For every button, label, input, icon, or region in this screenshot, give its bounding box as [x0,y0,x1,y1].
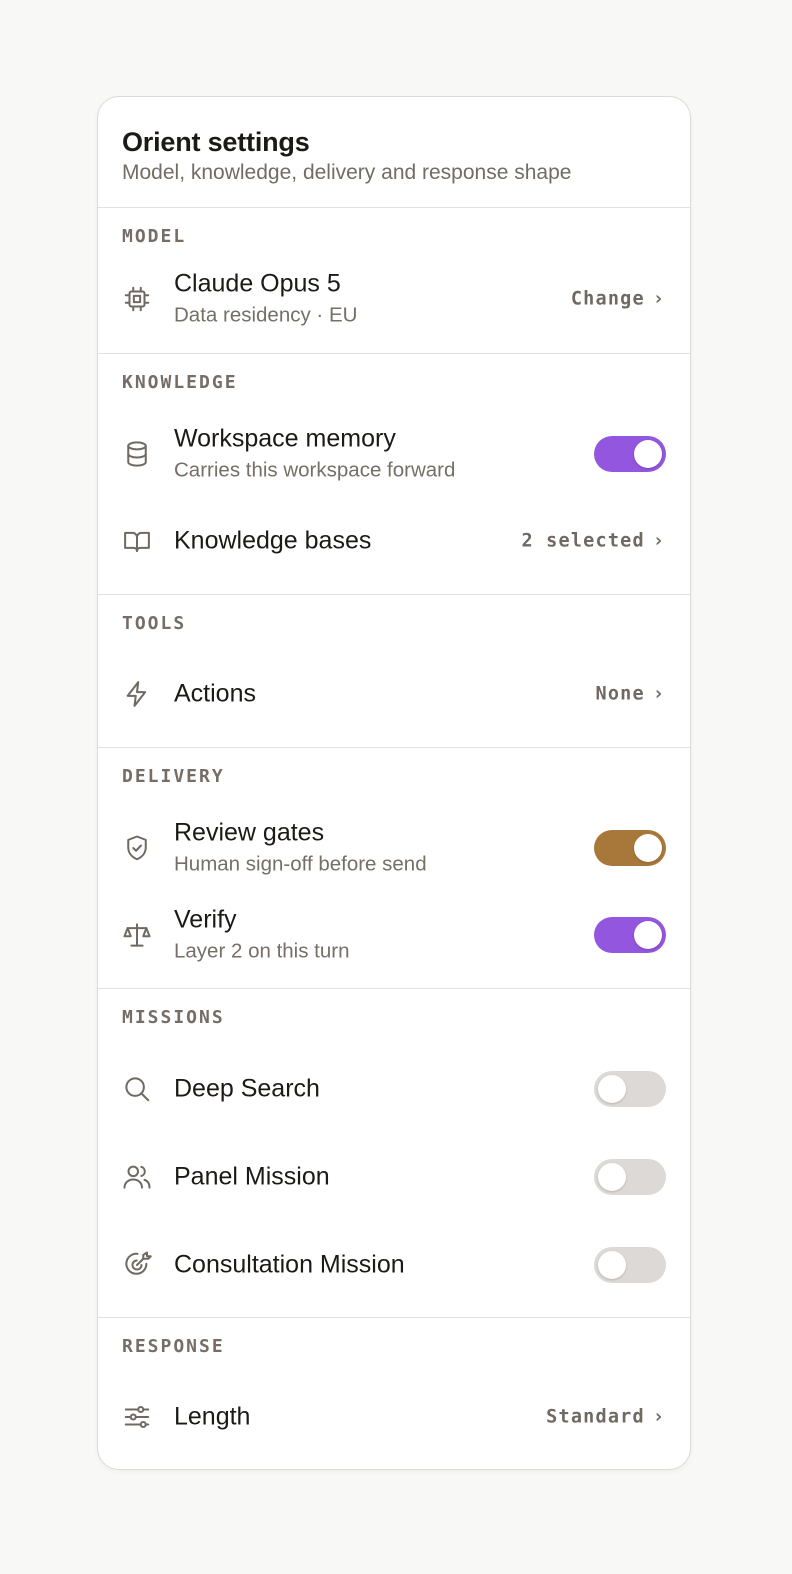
chevron-right-icon: › [652,530,664,552]
section-label-delivery: DELIVERY [122,766,225,787]
actions-title: Actions [174,679,256,708]
actions-value: None [595,683,645,705]
length-row[interactable]: Length Standard › [98,1382,690,1452]
panel-subtitle: Model, knowledge, delivery and response … [122,161,572,184]
toggle-knob [598,1251,626,1279]
verify-subtitle: Layer 2 on this turn [174,939,350,963]
verify-title: Verify [174,905,237,934]
deep-search-toggle[interactable] [594,1071,666,1107]
scale-icon [122,920,152,950]
model-row[interactable]: Claude Opus 5 Data residency · EU Change… [98,264,690,334]
knowledge-bases-selector[interactable]: 2 selected › [521,531,664,552]
chevron-right-icon: › [652,288,664,310]
length-selector[interactable]: Standard › [546,1407,664,1428]
users-icon [122,1162,152,1192]
actions-row[interactable]: Actions None › [98,659,690,729]
database-icon [122,439,152,469]
workspace-memory-row: Workspace memory Carries this workspace … [98,419,690,489]
chip-icon [122,284,152,314]
review-gates-toggle[interactable] [594,830,666,866]
toggle-knob [598,1163,626,1191]
chevron-right-icon: › [652,683,664,705]
panel-mission-title: Panel Mission [174,1162,330,1191]
section-tools: TOOLS Actions None › [98,595,690,748]
section-label-response: RESPONSE [122,1336,225,1357]
lightning-icon [122,679,152,709]
review-gates-title: Review gates [174,818,325,847]
actions-selector[interactable]: None › [596,684,665,705]
panel-title: Orient settings [122,127,310,157]
consultation-mission-title: Consultation Mission [174,1250,405,1279]
panel-mission-toggle[interactable] [594,1159,666,1195]
toggle-knob [634,834,662,862]
section-label-knowledge: KNOWLEDGE [122,372,238,393]
section-model: MODEL Claude Opus 5 Data residency · EU … [98,208,690,354]
review-gates-subtitle: Human sign-off before send [174,852,427,876]
chevron-right-icon: › [652,1406,664,1428]
model-name: Claude Opus 5 [174,269,341,298]
book-icon [122,526,152,556]
change-model-button[interactable]: Change › [571,289,664,310]
verify-row: Verify Layer 2 on this turn [98,900,690,970]
section-label-tools: TOOLS [122,613,187,634]
section-delivery: DELIVERY Review gates Human sign-off bef… [98,748,690,989]
verify-toggle[interactable] [594,917,666,953]
length-title: Length [174,1402,251,1431]
model-residency: Data residency · EU [174,303,358,327]
toggle-knob [598,1075,626,1103]
toggle-knob [634,921,662,949]
shield-check-icon [122,833,152,863]
knowledge-bases-count: 2 selected [521,530,645,552]
section-knowledge: KNOWLEDGE Workspace memory Carries this … [98,354,690,595]
section-label-missions: MISSIONS [122,1007,225,1028]
toggle-knob [634,440,662,468]
section-missions: MISSIONS Deep Search Panel Mission Consu… [98,989,690,1318]
deep-search-title: Deep Search [174,1074,320,1103]
consultation-mission-row: Consultation Mission [98,1230,690,1300]
knowledge-bases-row[interactable]: Knowledge bases 2 selected › [98,506,690,576]
change-model-label: Change [570,288,645,310]
section-label-model: MODEL [122,226,187,247]
orient-settings-panel: Orient settings Model, knowledge, delive… [97,96,691,1470]
knowledge-bases-title: Knowledge bases [174,526,372,555]
consultation-mission-toggle[interactable] [594,1247,666,1283]
length-value: Standard [546,1406,645,1428]
workspace-memory-title: Workspace memory [174,424,396,453]
deep-search-row: Deep Search [98,1054,690,1124]
search-icon [122,1074,152,1104]
sliders-icon [122,1402,152,1432]
workspace-memory-toggle[interactable] [594,436,666,472]
panel-header: Orient settings Model, knowledge, delive… [98,97,690,208]
workspace-memory-subtitle: Carries this workspace forward [174,458,456,482]
target-icon [122,1250,152,1280]
panel-mission-row: Panel Mission [98,1142,690,1212]
review-gates-row: Review gates Human sign-off before send [98,813,690,883]
section-response: RESPONSE Length Standard › [98,1318,690,1468]
